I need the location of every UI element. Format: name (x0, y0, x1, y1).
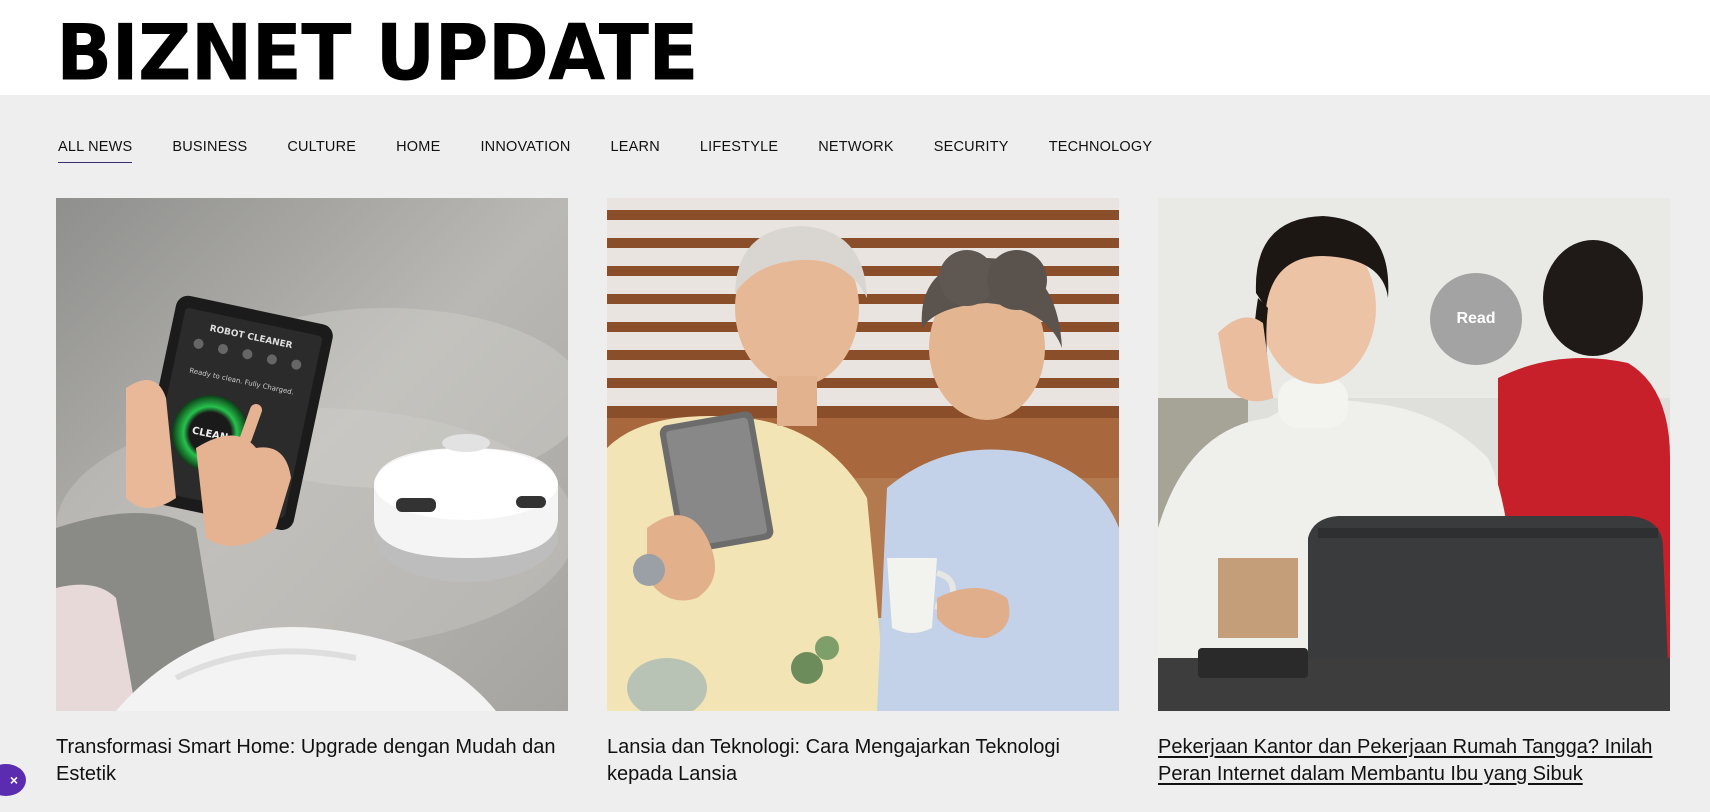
read-badge[interactable]: Read (1430, 273, 1522, 365)
nav-item-business[interactable]: BUSINESS (172, 139, 247, 163)
article-image-smart-home[interactable]: ROBOT CLEANER Ready to clean. Fully Char… (56, 198, 568, 711)
site-header: BIZNET UPDATE (0, 0, 1710, 98)
category-nav: ALL NEWS BUSINESS CULTURE HOME INNOVATIO… (58, 139, 1192, 163)
article-title[interactable]: Lansia dan Teknologi: Cara Mengajarkan T… (607, 734, 1119, 788)
nav-item-innovation[interactable]: INNOVATION (480, 139, 570, 163)
article-card: Lansia dan Teknologi: Cara Mengajarkan T… (607, 198, 1119, 788)
site-title[interactable]: BIZNET UPDATE (56, 8, 699, 98)
article-card: Read Pekerjaan Kantor dan Pekerjaan Ruma… (1158, 198, 1670, 788)
article-card: ROBOT CLEANER Ready to clean. Fully Char… (56, 198, 568, 788)
article-title[interactable]: Pekerjaan Kantor dan Pekerjaan Rumah Tan… (1158, 734, 1670, 788)
close-floating-button[interactable]: × (0, 764, 26, 796)
nav-item-network[interactable]: NETWORK (818, 139, 894, 163)
article-image-working-mom[interactable]: Read (1158, 198, 1670, 711)
nav-item-lifestyle[interactable]: LIFESTYLE (700, 139, 778, 163)
nav-item-learn[interactable]: LEARN (611, 139, 660, 163)
nav-item-culture[interactable]: CULTURE (287, 139, 356, 163)
nav-item-security[interactable]: SECURITY (934, 139, 1009, 163)
article-title[interactable]: Transformasi Smart Home: Upgrade dengan … (56, 734, 568, 788)
nav-item-technology[interactable]: TECHNOLOGY (1049, 139, 1153, 163)
nav-item-all-news[interactable]: ALL NEWS (58, 139, 133, 163)
article-image-seniors-tech[interactable] (607, 198, 1119, 711)
nav-item-home[interactable]: HOME (396, 139, 440, 163)
close-icon: × (9, 772, 18, 788)
